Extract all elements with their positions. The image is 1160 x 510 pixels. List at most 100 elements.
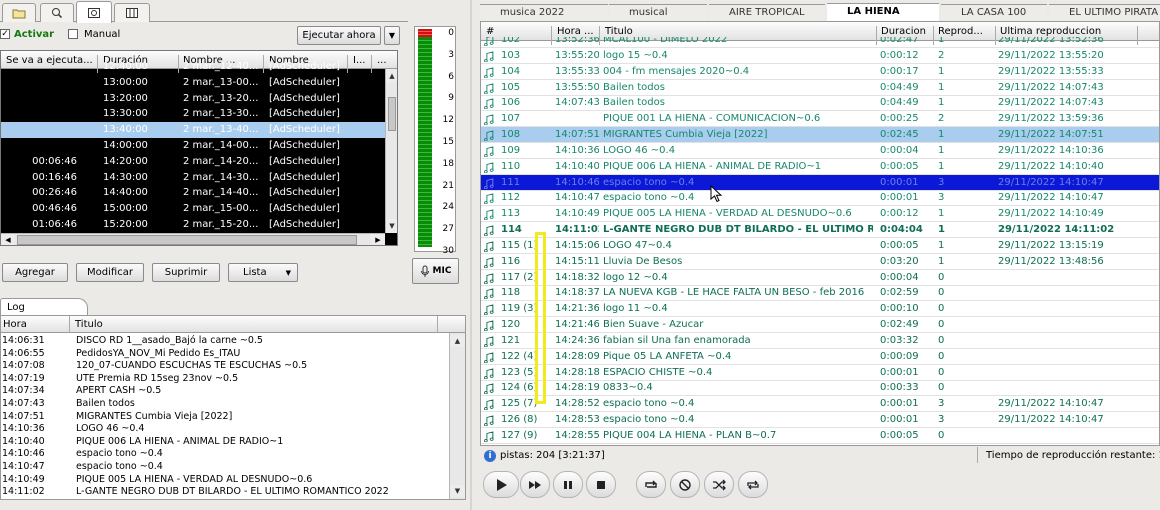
log-scroll-down[interactable]: ▼ xyxy=(450,485,465,497)
schedule-row[interactable]: 01:06:46 15:20:00 2 mar._15-20... [AdSchedu… xyxy=(1,217,385,233)
scheduler-tab[interactable] xyxy=(76,1,112,23)
playlist-row[interactable]: 119 (3) 14:21:36 logo 11 ~0.4 0:00:10 0 xyxy=(481,301,1159,318)
playlist-row[interactable]: 111 14:10:46 espacio tono ~0.4 0:00:01 3 29/1… xyxy=(481,174,1159,191)
scroll-left-arrow[interactable]: ◀ xyxy=(1,234,15,245)
tab-log[interactable]: Log xyxy=(0,298,88,316)
playlist-row[interactable]: 107 PIQUE 001 LA HIENA - COMUNICACION~0.6… xyxy=(481,111,1159,128)
manual-checkbox[interactable] xyxy=(68,29,78,39)
log-row[interactable]: 14:10:47 espacio tono ~0.4 xyxy=(1,461,449,473)
tab-playlist-1[interactable]: musical xyxy=(609,4,707,21)
scroll-up-arrow[interactable]: ▲ xyxy=(386,69,397,83)
schedule-row[interactable]: 12:40:00 2 mar._12-40... [AdScheduler] xyxy=(1,59,385,75)
col-titulo[interactable]: Titulo xyxy=(75,319,103,330)
col-hora[interactable]: Hora xyxy=(3,319,27,330)
log-row[interactable]: 14:11:02 L-GANTE NEGRO DUB DT BILARDO - E… xyxy=(1,486,449,498)
log-row[interactable]: 14:10:36 LOGO 46 ~0.4 xyxy=(1,423,449,435)
grid-tab[interactable] xyxy=(114,3,150,22)
log-row[interactable]: 14:07:43 Bailen todos xyxy=(1,398,449,410)
agregar-button[interactable]: Agregar xyxy=(2,263,68,282)
col-titulo-playlist[interactable]: Titulo xyxy=(605,26,633,37)
mic-button[interactable]: MIC xyxy=(412,258,459,284)
col-hora-playlist[interactable]: Hora ... xyxy=(557,26,594,37)
playlist-row[interactable]: 108 14:07:51 MIGRANTES Cumbia Vieja [2022]… xyxy=(481,127,1159,144)
playlist-row[interactable]: 117 (2) 14:18:32 logo 12 ~0.4 0:00:04 0 xyxy=(481,270,1159,286)
playlist-row[interactable]: 120 14:21:46 Bien Suave - Azucar 0:02:49 0 xyxy=(481,317,1159,334)
loop-button[interactable] xyxy=(738,471,768,498)
playlist-row[interactable]: 127 (9) 14:28:55 PIQUE 004 LA HIENA - PLAN… xyxy=(481,428,1159,444)
modificar-button[interactable]: Modificar xyxy=(76,263,144,282)
schedule-row[interactable]: 14:00:00 2 mar._14-00... [AdScheduler] xyxy=(1,138,385,154)
schedule-row[interactable]: 00:26:46 14:40:00 2 mar._14-40... [AdSchedu… xyxy=(1,185,385,201)
log-row[interactable]: 14:10:40 PIQUE 006 LA HIENA - ANIMAL DE R… xyxy=(1,436,449,448)
schedule-row[interactable]: 00:46:46 15:00:00 2 mar._15-00... [AdSchedu… xyxy=(1,201,385,217)
schedule-row[interactable]: 13:00:00 2 mar._13-00... [AdScheduler] xyxy=(1,75,385,91)
scroll-down-arrow[interactable]: ▼ xyxy=(386,219,397,233)
log-vscrollbar[interactable]: ▲ ▼ xyxy=(449,333,465,499)
log-row[interactable]: 14:10:46 espacio tono ~0.4 xyxy=(1,448,449,460)
folder-tab[interactable] xyxy=(2,3,36,22)
col-number[interactable]: # xyxy=(486,26,494,37)
log-row[interactable]: 14:07:19 UTE Premia RD 15seg 23nov ~0.5 xyxy=(1,373,449,385)
suprimir-button[interactable]: Suprimir xyxy=(152,263,220,282)
shuffle-button[interactable] xyxy=(704,471,734,498)
tab-playlist-0[interactable]: musica 2022 xyxy=(480,4,608,21)
playlist-row[interactable]: 113 14:10:49 PIQUE 005 LA HIENA - VERDAD A… xyxy=(481,206,1159,223)
playlist-row[interactable]: 103 13:55:20 logo 15 ~0.4 0:00:12 2 29/11/202… xyxy=(481,48,1159,64)
playlist-row[interactable]: 118 14:18:37 LA NUEVA KGB - LE HACE FALTA … xyxy=(481,285,1159,302)
splitter[interactable] xyxy=(470,0,472,510)
ejecutar-dropdown-button[interactable]: ▼ xyxy=(384,26,400,45)
log-row[interactable]: 14:10:49 PIQUE 005 LA HIENA - VERDAD AL D… xyxy=(1,474,449,486)
playlist-row[interactable]: 110 14:10:40 PIQUE 006 LA HIENA - ANIMAL D… xyxy=(481,159,1159,175)
playlist-row[interactable]: 115 (1) 14:15:06 LOGO 47~0.4 0:00:05 1 29/11/… xyxy=(481,238,1159,254)
music-note-icon xyxy=(484,257,494,268)
ejecutar-ahora-button[interactable]: Ejecutar ahora xyxy=(297,26,381,45)
schedule-row[interactable]: 13:20:00 2 mar._13-20... [AdScheduler] xyxy=(1,91,385,107)
cell-titulo: logo 15 ~0.4 xyxy=(603,49,668,61)
schedule-row[interactable]: 00:06:46 14:20:00 2 mar._14-20... [AdSchedu… xyxy=(1,154,385,170)
col-duracion[interactable]: Duracion xyxy=(881,26,926,37)
playlist-row[interactable]: 122 (4) 14:28:09 Pique 05 LA ANFETA ~0.4 0:… xyxy=(481,349,1159,365)
playlist-row[interactable]: 106 14:07:43 Bailen todos 0:04:49 1 29/11/202… xyxy=(481,95,1159,112)
playlist-row[interactable]: 112 14:10:47 espacio tono ~0.4 0:00:01 3 29/1… xyxy=(481,190,1159,207)
col-reproducciones[interactable]: Reprod... xyxy=(938,26,983,37)
repeat-one-button[interactable] xyxy=(636,471,666,498)
stop-button[interactable] xyxy=(586,471,616,498)
playlist-row[interactable]: 104 13:55:33 004 - fm mensajes 2020~0.4 0:0… xyxy=(481,64,1159,80)
scroll-right-arrow[interactable]: ▶ xyxy=(371,234,385,245)
playlist-row[interactable]: 125 (7) 14:28:52 espacio tono ~0.4 0:00:01 3… xyxy=(481,396,1159,413)
tab-playlist-2[interactable]: AIRE TROPICAL xyxy=(709,4,825,21)
hscroll-thumb[interactable] xyxy=(17,235,357,245)
log-row[interactable]: 14:07:08 120_07-CUANDO ESCUCHAS TE ESCUCH… xyxy=(1,360,449,372)
play-button[interactable] xyxy=(483,471,519,498)
log-row[interactable]: 14:07:51 MIGRANTES Cumbia Vieja [2022] xyxy=(1,411,449,423)
next-button[interactable] xyxy=(520,471,550,498)
schedule-row[interactable]: 13:40:00 2 mar._13-40... [AdScheduler] xyxy=(1,122,385,139)
playlist-row[interactable]: 123 (5) 14:28:18 ESPACIO CHISTE ~0.4 0:00:0… xyxy=(481,365,1159,381)
playlist-row[interactable]: 121 14:24:36 fabian sil Una fan enamorada 0… xyxy=(481,333,1159,349)
block-button[interactable] xyxy=(670,471,700,498)
log-row[interactable]: 14:06:31 DISCO RD 1__asado_Bajó la carne … xyxy=(1,335,449,347)
schedule-vscrollbar[interactable]: ▲ ▼ xyxy=(385,69,397,233)
log-scroll-up[interactable]: ▲ xyxy=(450,335,465,347)
tab-playlist-4[interactable]: LA CASA 100 xyxy=(941,4,1047,21)
log-row[interactable]: 14:06:55 PedidosYA_NOV_Mi Pedido Es_ITAU xyxy=(1,348,449,360)
col-ultima-reproduccion[interactable]: Ultima reproduccion xyxy=(1000,26,1101,37)
lista-button[interactable]: Lista ▼ xyxy=(228,263,298,282)
playlist-row[interactable]: 105 13:55:50 Bailen todos 0:04:49 1 29/11/202… xyxy=(481,80,1159,96)
tab-playlist-3[interactable]: LA HIENA xyxy=(827,3,939,22)
playlist-row[interactable]: 109 14:10:36 LOGO 46 ~0.4 0:00:04 1 29/11/202… xyxy=(481,143,1159,159)
search-tab[interactable] xyxy=(40,3,74,22)
log-row[interactable]: 14:07:34 APERT CASH ~0.5 xyxy=(1,385,449,397)
playlist-row[interactable]: 11414:11:02L-GANTE NEGRO DUB DT BILARDO … xyxy=(481,222,1159,239)
schedule-hscrollbar[interactable]: ◀ ▶ xyxy=(1,233,385,245)
playlist-row[interactable]: 124 (6) 14:28:19 0833~0.4 0:00:33 0 xyxy=(481,380,1159,397)
activar-checkbox[interactable]: ✓ xyxy=(0,29,10,39)
playlist-row[interactable]: 126 (8) 14:28:53 espacio tono ~0.4 0:00:01 3… xyxy=(481,412,1159,429)
scroll-thumb[interactable] xyxy=(388,97,396,131)
playlist-row[interactable]: 116 14:15:11 Lluvia De Besos 0:03:20 1 29/11/… xyxy=(481,254,1159,270)
schedule-row[interactable]: 00:16:46 14:30:00 2 mar._14-30... [AdSchedu… xyxy=(1,170,385,186)
schedule-row[interactable]: 13:30:00 2 mar._13-30... [AdScheduler] xyxy=(1,106,385,122)
tab-playlist-5[interactable]: EL ULTIMO PIRATA xyxy=(1049,4,1160,21)
playlist-row[interactable]: 102 13:52:36 MCAL100 - DIMELO 2022 0:02:47 1… xyxy=(481,37,1159,48)
pause-button[interactable] xyxy=(553,471,583,498)
